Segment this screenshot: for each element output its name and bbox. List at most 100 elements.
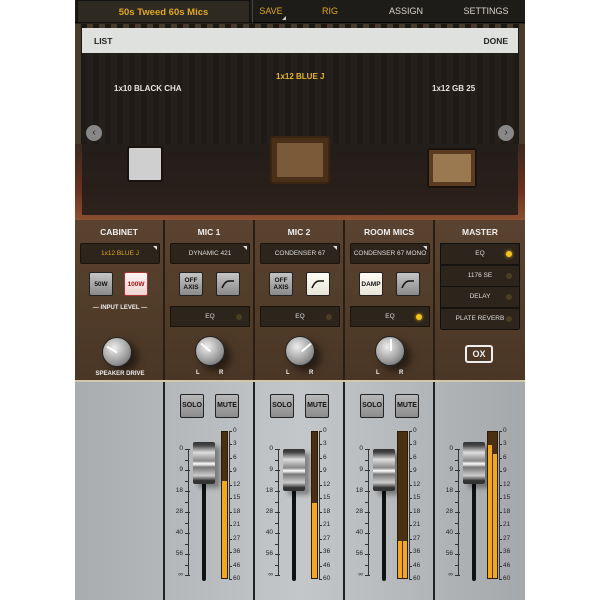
level-meter — [311, 431, 318, 579]
meter-tick — [409, 579, 412, 580]
effect-slot[interactable]: EQ — [441, 244, 519, 265]
meter-tick — [319, 579, 322, 580]
fader-scale-label: 0 — [179, 445, 183, 452]
fader-scale-label: 18 — [355, 487, 363, 494]
damp-button[interactable]: DAMP — [359, 272, 383, 296]
fader-scale-label: 9 — [449, 466, 453, 473]
tab-rig[interactable]: RIG — [300, 0, 360, 23]
fader-scale-label: 28 — [175, 508, 183, 515]
mute-button[interactable]: MUTE — [395, 394, 419, 418]
meter-scale-line — [229, 431, 230, 579]
meter-scale-label: 46 — [323, 561, 331, 569]
ox-button[interactable]: OX — [465, 345, 493, 363]
fader-scale-label: 40 — [445, 529, 453, 536]
amp-image[interactable] — [427, 148, 477, 188]
high-pass-button[interactable] — [396, 272, 420, 296]
meter-scale-label: 6 — [413, 453, 417, 461]
cabinet-select[interactable]: 1x12 BLUE J — [80, 243, 160, 264]
fader-handle[interactable] — [373, 449, 395, 491]
cabinet-option[interactable]: 1x12 GB 25 — [432, 84, 475, 93]
100w-button[interactable]: 100W — [124, 272, 148, 296]
tab-assign[interactable]: ASSIGN — [370, 0, 442, 23]
effect-slot[interactable]: PLATE REVERB — [441, 308, 519, 330]
fader-scale-line — [188, 449, 189, 575]
meter-scale-label: 15 — [233, 494, 241, 502]
preset-name[interactable]: 50s Tweed 60s Mics — [77, 0, 250, 23]
fader-scale-label: ∞ — [358, 571, 363, 578]
pan-right-label: R — [399, 370, 404, 376]
list-button[interactable]: LIST — [94, 36, 112, 46]
knob-pointer — [200, 342, 211, 353]
meter-scale-label: 27 — [413, 534, 421, 542]
amp-image[interactable] — [127, 146, 163, 182]
fader-scale-label: 18 — [445, 487, 453, 494]
meter-scale-label: 15 — [323, 494, 331, 502]
effect-led — [506, 272, 512, 279]
tab-settings[interactable]: SETTINGS — [450, 0, 522, 23]
level-meter — [487, 431, 498, 579]
effect-slot[interactable]: DELAY — [441, 287, 519, 308]
amp-app: 50s Tweed 60s Mics SAVE RIG ASSIGN SETTI… — [75, 0, 525, 600]
solo-button[interactable]: SOLO — [180, 394, 204, 418]
done-button[interactable]: DONE — [483, 36, 508, 46]
cabinet-mixer-blank — [75, 382, 165, 600]
mute-button[interactable]: MUTE — [305, 394, 329, 418]
meter-scale-label: 6 — [323, 453, 327, 461]
fader-scale-label: 0 — [269, 445, 273, 452]
meter-scale-label: 27 — [323, 534, 331, 542]
fader-handle[interactable] — [283, 449, 305, 491]
mute-button[interactable]: MUTE — [215, 394, 239, 418]
chevron-right-icon[interactable]: › — [498, 125, 514, 141]
meter-scale-label: 3 — [503, 440, 507, 448]
solo-button[interactable]: SOLO — [270, 394, 294, 418]
meter-scale-label: 12 — [503, 480, 511, 488]
meter-scale-label: 46 — [233, 561, 241, 569]
high-pass-button[interactable] — [306, 272, 330, 296]
knob-pointer — [390, 339, 392, 351]
pan-knob[interactable] — [375, 336, 405, 366]
meter-scale-label: 18 — [503, 507, 511, 515]
speaker-drive-knob[interactable] — [102, 337, 132, 367]
top-bar: 50s Tweed 60s Mics SAVE RIG ASSIGN SETTI… — [75, 0, 525, 23]
mic-select[interactable]: CONDENSER 67 — [260, 243, 340, 264]
amp-image[interactable] — [270, 136, 330, 184]
meter-scale-label: 21 — [233, 521, 241, 529]
meter-scale-label: 46 — [503, 561, 511, 569]
fader-scale-label: 9 — [179, 466, 183, 473]
meter-scale-label: 21 — [413, 521, 421, 529]
pan-knob[interactable] — [285, 336, 315, 366]
channel-mixer: SOLO MUTE 0 9 18 28 40 56 ∞ 0 3 6 9 12 15 18 21 27 36 46 60 — [345, 382, 435, 600]
fader-scale-label: 28 — [445, 508, 453, 515]
fader-scale-label: ∞ — [178, 571, 183, 578]
50w-button[interactable]: 50W — [89, 272, 113, 296]
fader-handle[interactable] — [193, 442, 215, 484]
meter-scale-label: 12 — [233, 480, 241, 488]
mic-select[interactable]: DYNAMIC 421 — [170, 243, 250, 264]
high-pass-button[interactable] — [216, 272, 240, 296]
high-pass-icon — [401, 280, 414, 289]
meter-scale-label: 36 — [503, 548, 511, 556]
cabinet-option[interactable]: 1x10 BLACK CHA — [114, 84, 182, 93]
high-pass-icon — [311, 280, 324, 289]
meter-scale-label: 0 — [413, 427, 417, 434]
mic-select[interactable]: CONDENSER 67 MONO — [350, 243, 430, 264]
cabinet-option-selected[interactable]: 1x12 BLUE J — [276, 72, 324, 81]
off-axis-button[interactable]: OFF AXIS — [269, 272, 293, 296]
effect-slot[interactable]: 1176 SE — [441, 265, 519, 287]
eq-button[interactable]: EQ — [260, 306, 340, 327]
master-strip: MASTER EQ 1176 SE DELAY PLATE REVERB OX — [435, 220, 525, 380]
fader-handle[interactable] — [463, 442, 485, 484]
solo-button[interactable]: SOLO — [360, 394, 384, 418]
off-axis-button[interactable]: OFF AXIS — [179, 272, 203, 296]
meter-scale-label: 3 — [413, 440, 417, 448]
browser-header: LIST DONE — [82, 28, 518, 53]
pan-knob[interactable] — [195, 336, 225, 366]
level-meter — [221, 431, 228, 579]
save-button[interactable]: SAVE — [252, 0, 289, 23]
fader-scale-label: 40 — [355, 529, 363, 536]
effect-led — [506, 294, 512, 300]
pan-left-label: L — [376, 370, 380, 376]
eq-button[interactable]: EQ — [170, 306, 250, 327]
chevron-left-icon[interactable]: ‹ — [86, 125, 102, 141]
eq-button[interactable]: EQ — [350, 306, 430, 327]
